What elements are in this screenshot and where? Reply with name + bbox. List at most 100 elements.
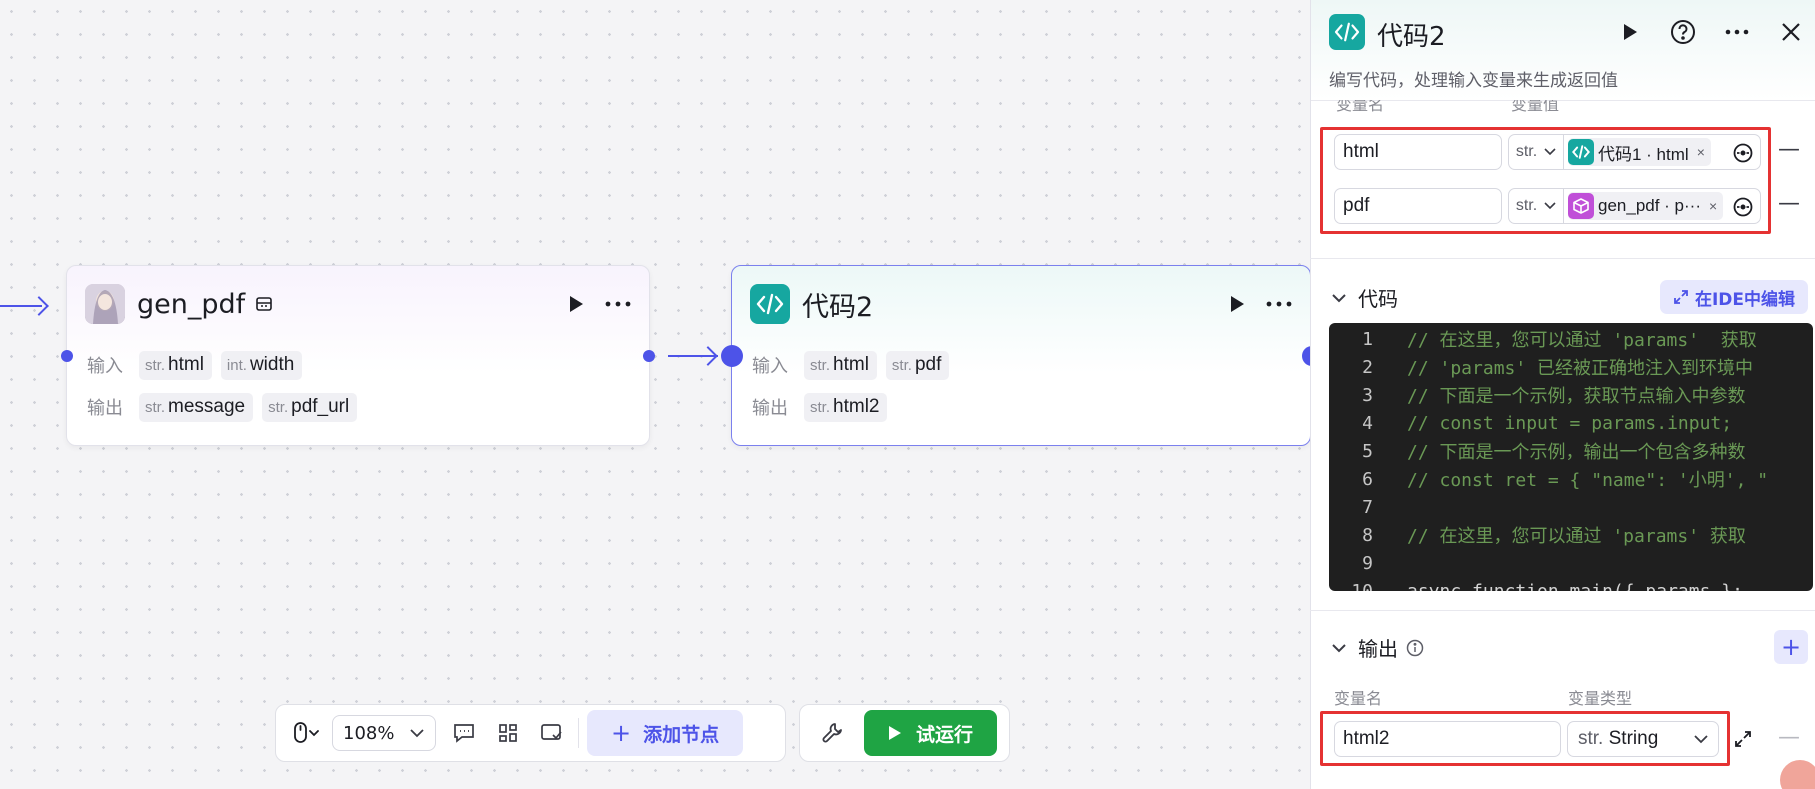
node-code2[interactable]: 代码2 输入 str. html str. pdf 输出 str. html2 [731,265,1311,446]
plugin-avatar [85,284,125,324]
code-line: 7 [1362,496,1373,518]
layout-icon[interactable] [486,711,530,755]
output-name-input[interactable]: html2 [1334,721,1561,757]
code-section-title: 代码 [1358,287,1398,311]
code-icon [1568,139,1594,165]
var-value-select[interactable]: str. 代码1 · html × [1508,134,1761,170]
code-editor[interactable]: 1// 在这里，您可以通过 'params' 获取 2// 'params' 已… [1329,323,1813,591]
run-node-icon[interactable] [1222,289,1252,319]
more-icon[interactable] [603,289,633,319]
clear-icon[interactable]: × [1709,198,1717,214]
type-value: String [1608,728,1659,749]
reference-chip[interactable]: gen_pdf · p··· × [1568,192,1724,220]
workflow-canvas[interactable]: gen_pdf 输入 str. html int. width 输出 str. mes… [0,0,1322,789]
mouse-mode-icon[interactable] [286,711,326,755]
outputs-label: 输出 [752,398,788,419]
plus-icon: + [611,719,632,747]
code-icon [1329,14,1365,50]
more-icon[interactable] [1721,16,1753,48]
node-title: gen_pdf [137,288,246,320]
code-line: 2// 'params' 已经被正确地注入到环境中 [1362,356,1754,380]
code-line: 9 [1362,552,1373,574]
code-line: 1// 在这里，您可以通过 'params' 获取 [1362,328,1757,352]
inputs-label: 输入 [752,356,788,377]
code-line: 10 async function main({ params }: [1351,580,1754,592]
expand-icon[interactable] [1734,730,1752,752]
plus-icon: + [1780,633,1802,661]
chevron-down-icon [1544,202,1556,210]
add-node-button[interactable]: + 添加节点 [587,710,744,756]
node-gen-pdf[interactable]: gen_pdf 输入 str. html int. width 输出 str. mes… [66,265,650,446]
code-line: 8// 在这里，您可以通过 'params' 获取 [1362,524,1746,548]
output-section-header[interactable]: 输出 [1330,633,1424,662]
test-run-label: 试运行 [916,723,974,746]
remove-row-icon[interactable]: — [1778,191,1800,216]
run-node-icon[interactable] [561,289,591,319]
var-value-header: 变量值 [1511,100,1560,114]
more-icon[interactable] [1264,289,1294,319]
play-icon [889,726,901,740]
test-run-button[interactable]: 试运行 [864,710,998,756]
variable-ref-icon[interactable] [1732,196,1754,218]
panel-header: 代码2 编写代码，处理输入变量来生成返回值 [1311,0,1815,100]
minimap-icon[interactable] [530,711,574,755]
expand-icon [1674,290,1688,304]
node-title: 代码2 [802,291,874,323]
reference-label: 代码1 · html [1598,144,1689,164]
chevron-down-icon [410,729,424,738]
outputs-label: 输出 [87,398,123,419]
help-icon[interactable] [1667,16,1699,48]
variable-ref-icon[interactable] [1732,142,1754,164]
type-prefix: str. [1578,728,1604,749]
input-tag: int. width [220,350,303,380]
remove-row-icon[interactable]: — [1778,725,1800,750]
edge-arrow [698,346,718,366]
type-select[interactable]: str. [1509,135,1564,169]
input-port[interactable] [721,345,743,367]
zoom-value: 108% [343,722,395,744]
var-value-select[interactable]: str. gen_pdf · p··· × [1508,188,1761,224]
input-tag: str. html [804,350,877,380]
run-icon[interactable] [1614,16,1646,48]
info-icon[interactable] [1406,639,1424,657]
close-icon[interactable] [1775,16,1807,48]
section-divider [1310,258,1815,259]
plugin-cube-icon [1568,193,1594,219]
input-tag: str. pdf [885,350,950,380]
output-tag: str. pdf_url [262,392,358,422]
var-name-header: 变量名 [1336,100,1385,114]
toolbar-divider [578,718,579,748]
edit-in-ide-button[interactable]: 在IDE中编辑 [1660,280,1808,314]
section-divider [1310,610,1815,611]
var-name-input[interactable]: pdf [1334,188,1502,224]
output-type-select[interactable]: str. String [1567,721,1719,757]
code-line: 3// 下面是一个示例，获取节点输入中参数 [1362,384,1746,408]
input-port[interactable] [61,350,73,362]
var-name-input[interactable]: html [1334,134,1502,170]
output-port[interactable] [643,350,655,362]
canvas-toolbar: 108% + 添加节点 [275,704,786,762]
wrench-icon[interactable] [810,711,854,755]
type-select[interactable]: str. [1509,189,1564,223]
output-section-title: 输出 [1358,637,1398,661]
output-tag: str. message [139,392,254,422]
edit-in-ide-label: 在IDE中编辑 [1694,289,1796,310]
input-tag: str. html [139,350,212,380]
edge-arrow [29,296,49,316]
panel-description: 编写代码，处理输入变量来生成返回值 [1329,71,1618,91]
chevron-down-icon [1332,293,1346,302]
output-name-header: 变量名 [1334,689,1383,708]
code-section-header[interactable]: 代码 [1330,283,1398,312]
output-type-header: 变量类型 [1568,689,1633,708]
remove-row-icon[interactable]: — [1778,137,1800,162]
output-tag: str. html2 [804,392,888,422]
run-toolbar: 试运行 [799,704,1010,762]
code-icon [750,284,790,324]
reference-chip[interactable]: 代码1 · html × [1568,138,1711,166]
add-output-button[interactable]: + [1774,630,1808,664]
clear-icon[interactable]: × [1697,144,1705,160]
chevron-down-icon [1544,148,1556,156]
input-headers: 变量名 变量值 [1311,100,1815,114]
comment-icon[interactable] [442,711,486,755]
zoom-select[interactable]: 108% [332,715,436,751]
